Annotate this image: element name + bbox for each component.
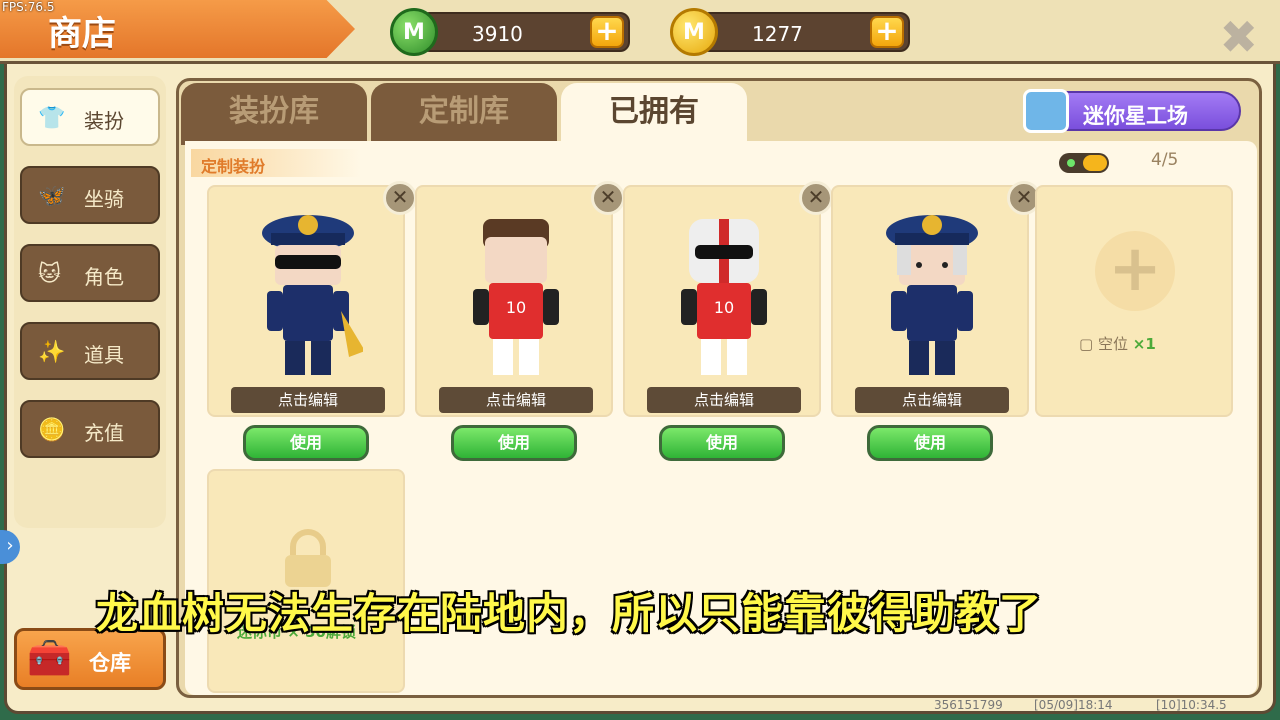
- sidebar: 👕 装扮 🦋 坐骑 🐱 角色 ✨ 道具 🪙 充值: [14, 76, 166, 528]
- workshop-label: 迷你星工场: [1083, 104, 1188, 128]
- page-title: 商店: [48, 14, 116, 54]
- visibility-toggle[interactable]: [1059, 153, 1109, 173]
- police-avatar: [886, 215, 978, 375]
- sidebar-item-items[interactable]: ✨ 道具: [20, 322, 160, 380]
- close-button[interactable]: ✖: [1219, 10, 1258, 64]
- camera-icon: [1023, 89, 1069, 133]
- top-bar: 商店 3910 + M 1277 + M ✖: [0, 0, 1280, 64]
- footer-id: 356151799: [934, 698, 1003, 712]
- section-title: 定制装扮: [191, 149, 361, 177]
- coin-value: 1277: [752, 22, 803, 46]
- add-slot-icon: +: [1095, 231, 1175, 311]
- footer-time: [10]10:34.5: [1156, 698, 1227, 712]
- sidebar-item-character[interactable]: 🐱 角色: [20, 244, 160, 302]
- gem-value: 3910: [472, 22, 523, 46]
- use-button[interactable]: 使用: [659, 425, 785, 461]
- chest-icon: 🧰: [27, 638, 72, 679]
- add-gems-button[interactable]: +: [590, 16, 624, 48]
- mini-coin-icon: M: [670, 8, 718, 56]
- football-avatar: 10: [473, 219, 559, 375]
- sidebar-item-label: 装扮: [84, 109, 124, 133]
- empty-slot-label: ▢ 空位 ×1: [1079, 335, 1156, 353]
- video-subtitle: 龙血树无法生存在陆地内，所以只能靠彼得助教了: [96, 589, 1043, 638]
- toggle-indicator: [1067, 159, 1075, 167]
- fps-counter: FPS:76.5: [2, 0, 55, 14]
- svg-text:10: 10: [506, 298, 526, 317]
- gem-counter: 3910 +: [420, 12, 630, 52]
- use-button[interactable]: 使用: [243, 425, 369, 461]
- sidebar-item-label: 坐骑: [84, 187, 124, 211]
- gem-icon: M: [390, 8, 438, 56]
- coins-icon: 🪙: [38, 418, 66, 443]
- outfit-card[interactable]: 点击编辑 ✕: [831, 181, 1041, 417]
- warehouse-label: 仓库: [89, 651, 131, 675]
- delete-icon[interactable]: ✕: [383, 181, 417, 215]
- sidebar-item-label: 充值: [84, 421, 124, 445]
- outfit-card[interactable]: 10 点击编辑 ✕: [415, 181, 625, 417]
- item-icon: ✨: [38, 340, 66, 365]
- delete-icon[interactable]: ✕: [591, 181, 625, 215]
- slot-count: 4/5: [1151, 150, 1179, 170]
- svg-text:10: 10: [714, 298, 734, 317]
- sidebar-item-recharge[interactable]: 🪙 充值: [20, 400, 160, 458]
- delete-icon[interactable]: ✕: [799, 181, 833, 215]
- mount-icon: 🦋: [38, 184, 66, 209]
- add-coins-button[interactable]: +: [870, 16, 904, 48]
- use-button[interactable]: 使用: [867, 425, 993, 461]
- edit-button[interactable]: 点击编辑: [231, 387, 385, 413]
- tab-custom-library[interactable]: 定制库: [371, 83, 557, 145]
- outfit-card[interactable]: 10 点击编辑 ✕: [623, 181, 833, 417]
- tab-owned[interactable]: 已拥有: [561, 83, 747, 145]
- use-button[interactable]: 使用: [451, 425, 577, 461]
- police-avatar: [262, 215, 363, 375]
- football-helmet-avatar: 10: [681, 219, 767, 375]
- sidebar-item-label: 道具: [84, 343, 124, 367]
- character-icon: 🐱: [38, 262, 61, 287]
- sidebar-item-mount[interactable]: 🦋 坐骑: [20, 166, 160, 224]
- sidebar-item-outfit[interactable]: 👕 装扮: [20, 88, 160, 146]
- empty-slot[interactable]: + ▢ 空位 ×1: [1035, 185, 1233, 417]
- sidebar-item-label: 角色: [84, 265, 124, 289]
- mini-workshop-button[interactable]: 迷你星工场: [1023, 89, 1241, 133]
- tab-outfit-library[interactable]: 装扮库: [181, 83, 367, 145]
- edit-button[interactable]: 点击编辑: [439, 387, 593, 413]
- outfit-card[interactable]: 点击编辑 ✕: [207, 181, 417, 417]
- edit-button[interactable]: 点击编辑: [647, 387, 801, 413]
- footer-date: [05/09]18:14: [1034, 698, 1113, 712]
- toggle-knob: [1083, 155, 1107, 171]
- coin-counter: 1277 +: [700, 12, 910, 52]
- edit-button[interactable]: 点击编辑: [855, 387, 1009, 413]
- shirt-icon: 👕: [38, 106, 66, 131]
